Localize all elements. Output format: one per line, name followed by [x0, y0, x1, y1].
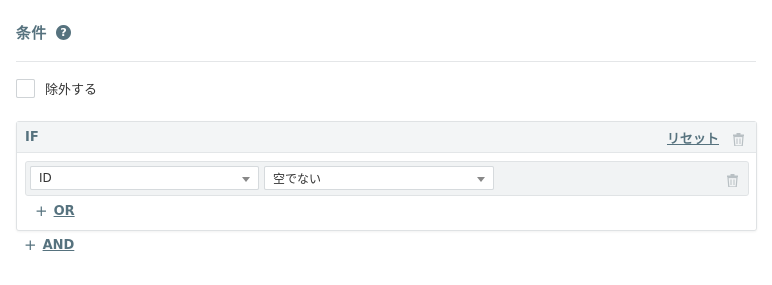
section-header: 条件 ?	[16, 20, 72, 44]
if-block: IF リセット ID 空でない + OR	[16, 121, 757, 231]
reset-link[interactable]: リセット	[667, 128, 719, 147]
operator-select-value: 空でない	[273, 171, 322, 186]
exclude-checkbox-row[interactable]: 除外する	[16, 79, 97, 98]
chevron-down-icon	[242, 177, 250, 182]
exclude-checkbox[interactable]	[16, 79, 35, 98]
field-select[interactable]: ID	[30, 166, 259, 190]
operator-select[interactable]: 空でない	[264, 166, 494, 190]
add-and-label: AND	[42, 237, 75, 253]
exclude-label: 除外する	[45, 83, 98, 98]
condition-row: ID 空でない	[25, 161, 749, 196]
question-circle-icon[interactable]: ?	[56, 24, 72, 40]
add-and-button[interactable]: + AND	[24, 236, 74, 254]
plus-icon: +	[24, 236, 37, 254]
plus-icon: +	[35, 202, 48, 220]
divider	[16, 61, 756, 62]
field-select-value: ID	[39, 171, 52, 185]
section-title: 条件	[16, 23, 48, 42]
if-header: IF リセット	[17, 122, 756, 153]
trash-icon[interactable]	[733, 131, 744, 147]
if-label: IF	[25, 129, 39, 145]
trash-icon[interactable]	[727, 172, 738, 188]
add-or-button[interactable]: + OR	[35, 202, 75, 220]
add-or-label: OR	[53, 203, 75, 219]
chevron-down-icon	[477, 177, 485, 182]
